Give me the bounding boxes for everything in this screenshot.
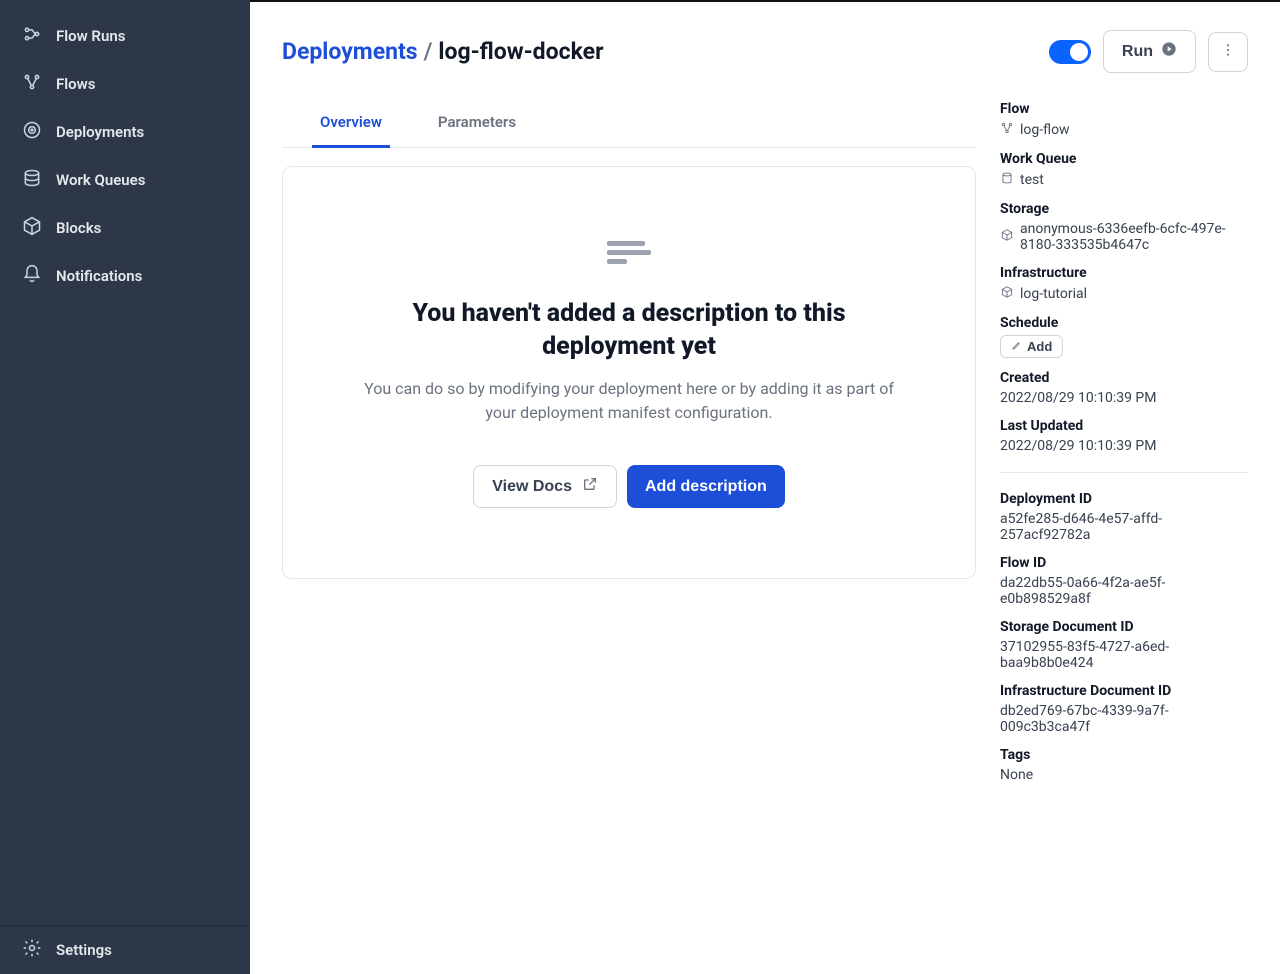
view-docs-label: View Docs bbox=[492, 478, 572, 496]
flow-icon bbox=[1000, 121, 1014, 139]
schedule-label: Schedule bbox=[1000, 315, 1248, 331]
play-icon bbox=[1161, 41, 1177, 62]
sidebar-item-blocks[interactable]: Blocks bbox=[0, 204, 250, 252]
sidebar-item-work-queues[interactable]: Work Queues bbox=[0, 156, 250, 204]
sidebar-item-notifications[interactable]: Notifications bbox=[0, 252, 250, 300]
more-actions-button[interactable] bbox=[1208, 32, 1248, 72]
tab-overview[interactable]: Overview bbox=[312, 101, 390, 148]
work-queue-value-row[interactable]: test bbox=[1000, 171, 1248, 189]
add-schedule-button[interactable]: Add bbox=[1000, 335, 1063, 358]
flow-id-value: da22db55-0a66-4f2a-ae5f-e0b898529a8f bbox=[1000, 575, 1248, 607]
empty-actions: View Docs Add description bbox=[473, 465, 785, 508]
flow-value: log-flow bbox=[1020, 122, 1070, 138]
cube-icon bbox=[1000, 228, 1014, 246]
infra-doc-label: Infrastructure Document ID bbox=[1000, 683, 1248, 699]
sidebar-item-label: Deployments bbox=[56, 123, 144, 141]
sidebar-item-label: Notifications bbox=[56, 267, 142, 285]
run-button-label: Run bbox=[1122, 43, 1153, 61]
notifications-icon bbox=[22, 264, 42, 288]
content-row: Overview Parameters You haven't added a … bbox=[282, 101, 1248, 795]
blocks-icon bbox=[22, 216, 42, 240]
created-value: 2022/08/29 10:10:39 PM bbox=[1000, 390, 1248, 406]
external-link-icon bbox=[582, 476, 598, 497]
sidebar-item-flow-runs[interactable]: Flow Runs bbox=[0, 12, 250, 60]
deployment-id-label: Deployment ID bbox=[1000, 491, 1248, 507]
main: Deployments / log-flow-docker Run Overvi… bbox=[250, 0, 1280, 974]
flow-runs-icon bbox=[22, 24, 42, 48]
sidebar-item-label: Flow Runs bbox=[56, 27, 125, 45]
details-panel: Flow log-flow Work Queue test Storage an… bbox=[1000, 101, 1248, 795]
breadcrumb-parent[interactable]: Deployments bbox=[282, 38, 418, 65]
sidebar-item-label: Flows bbox=[56, 75, 95, 93]
kebab-icon bbox=[1220, 42, 1236, 61]
sidebar-item-deployments[interactable]: Deployments bbox=[0, 108, 250, 156]
deployments-icon bbox=[22, 120, 42, 144]
sidebar-item-label: Blocks bbox=[56, 219, 101, 237]
add-description-button[interactable]: Add description bbox=[627, 465, 785, 508]
flow-value-row[interactable]: log-flow bbox=[1000, 121, 1248, 139]
infra-doc-value: db2ed769-67bc-4339-9a7f-009c3b3ca47f bbox=[1000, 703, 1248, 735]
tab-parameters[interactable]: Parameters bbox=[430, 101, 524, 147]
breadcrumb-separator: / bbox=[424, 38, 433, 65]
storage-label: Storage bbox=[1000, 201, 1248, 217]
storage-doc-value: 37102955-83f5-4727-a6ed-baa9b8b0e424 bbox=[1000, 639, 1248, 671]
header-row: Deployments / log-flow-docker Run bbox=[282, 30, 1248, 73]
storage-doc-label: Storage Document ID bbox=[1000, 619, 1248, 635]
work-queue-label: Work Queue bbox=[1000, 151, 1248, 167]
storage-value: anonymous-6336eefb-6cfc-497e-8180-333535… bbox=[1020, 221, 1248, 253]
description-empty-icon bbox=[607, 237, 651, 268]
content-left: Overview Parameters You haven't added a … bbox=[282, 101, 976, 795]
header-actions: Run bbox=[1049, 30, 1248, 73]
flow-label: Flow bbox=[1000, 101, 1248, 117]
updated-value: 2022/08/29 10:10:39 PM bbox=[1000, 438, 1248, 454]
view-docs-button[interactable]: View Docs bbox=[473, 465, 617, 508]
sidebar-item-label: Work Queues bbox=[56, 171, 145, 189]
nav-top: Flow Runs Flows Deployments Work Queues … bbox=[0, 0, 250, 925]
storage-value-row[interactable]: anonymous-6336eefb-6cfc-497e-8180-333535… bbox=[1000, 221, 1248, 253]
sidebar-item-flows[interactable]: Flows bbox=[0, 60, 250, 108]
infrastructure-value: log-tutorial bbox=[1020, 286, 1087, 302]
infrastructure-value-row[interactable]: log-tutorial bbox=[1000, 285, 1248, 303]
work-queues-icon bbox=[22, 168, 42, 192]
tabs: Overview Parameters bbox=[282, 101, 976, 148]
nav-bottom: Settings bbox=[0, 925, 250, 974]
flow-id-label: Flow ID bbox=[1000, 555, 1248, 571]
tags-value: None bbox=[1000, 767, 1248, 783]
empty-description-card: You haven't added a description to this … bbox=[282, 166, 976, 579]
sidebar-item-settings[interactable]: Settings bbox=[0, 926, 250, 974]
flows-icon bbox=[22, 72, 42, 96]
add-schedule-label: Add bbox=[1027, 339, 1052, 354]
run-button[interactable]: Run bbox=[1103, 30, 1196, 73]
sidebar-item-label: Settings bbox=[56, 941, 112, 959]
breadcrumb-current: log-flow-docker bbox=[438, 38, 603, 65]
sidebar: Flow Runs Flows Deployments Work Queues … bbox=[0, 0, 250, 974]
created-label: Created bbox=[1000, 370, 1248, 386]
cube-icon bbox=[1000, 285, 1014, 303]
details-divider bbox=[1000, 472, 1248, 473]
empty-subtitle: You can do so by modifying your deployme… bbox=[349, 377, 909, 425]
updated-label: Last Updated bbox=[1000, 418, 1248, 434]
breadcrumb: Deployments / log-flow-docker bbox=[282, 38, 604, 65]
work-queue-value: test bbox=[1020, 172, 1044, 188]
tags-label: Tags bbox=[1000, 747, 1248, 763]
empty-title: You haven't added a description to this … bbox=[389, 298, 869, 363]
settings-icon bbox=[22, 938, 42, 962]
pencil-icon bbox=[1011, 339, 1022, 354]
database-icon bbox=[1000, 171, 1014, 189]
deployment-enabled-toggle[interactable] bbox=[1049, 40, 1091, 64]
infrastructure-label: Infrastructure bbox=[1000, 265, 1248, 281]
deployment-id-value: a52fe285-d646-4e57-affd-257acf92782a bbox=[1000, 511, 1248, 543]
